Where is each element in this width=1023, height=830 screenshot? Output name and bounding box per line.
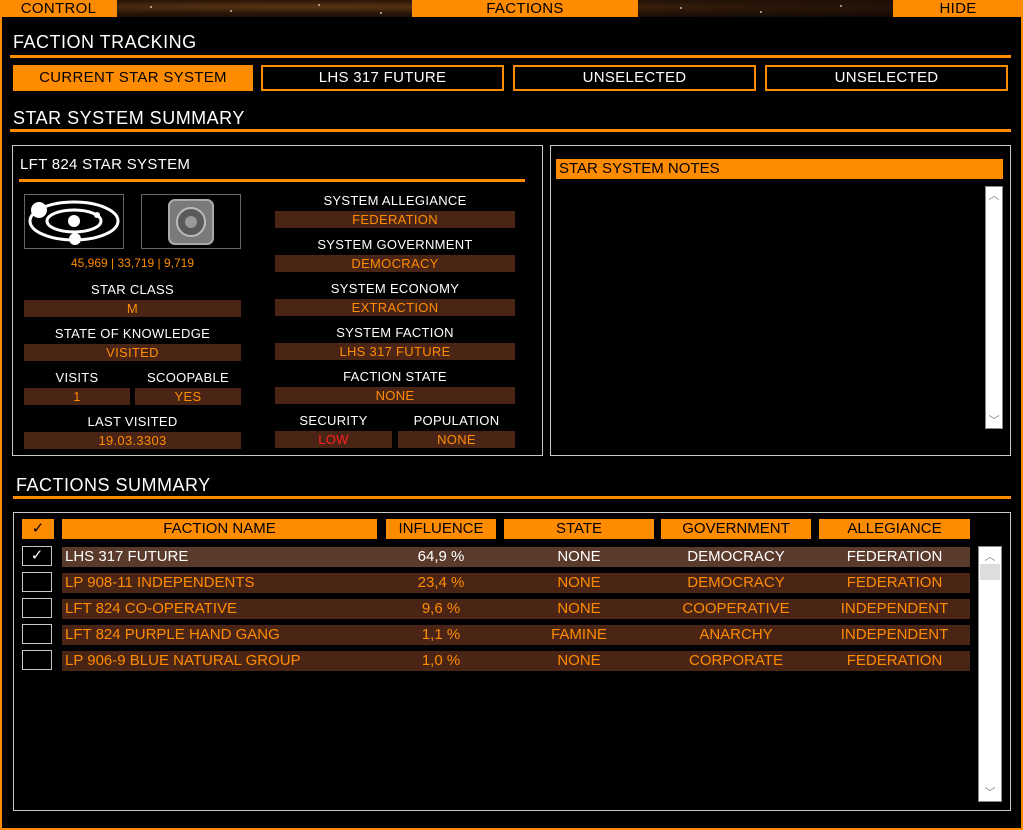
faction-allegiance: INDEPENDENT (840, 600, 949, 617)
notes-scrollbar[interactable]: ︿ ﹀ (985, 186, 1003, 429)
faction-influence: 64,9 % (417, 548, 465, 565)
header-state[interactable]: STATE (504, 519, 654, 539)
knowledge-label: STATE OF KNOWLEDGE (54, 326, 211, 341)
notes-textarea[interactable] (556, 185, 981, 429)
faction-state-value: NONE (275, 387, 515, 404)
star-dot (230, 10, 232, 12)
star-dot (318, 4, 320, 6)
faction-government: DEMOCRACY (687, 548, 785, 565)
government-value: DEMOCRACY (275, 255, 515, 272)
faction-government: DEMOCRACY (687, 574, 785, 591)
faction-influence: 23,4 % (417, 574, 465, 591)
scroll-down-icon[interactable]: ﹀ (979, 784, 1001, 800)
faction-state-label: FACTION STATE (343, 369, 447, 384)
star-dot (680, 7, 682, 9)
track-faction-2-button[interactable]: UNSELECTED (513, 65, 756, 91)
faction-influence: 9,6 % (421, 600, 461, 617)
security-value: LOW (275, 431, 392, 448)
faction-state: FAMINE (551, 626, 607, 643)
table-row[interactable]: LFT 824 PURPLE HAND GANG 1,1 % FAMINE AN… (62, 625, 970, 645)
header-check[interactable]: ✓ (22, 519, 54, 539)
faction-allegiance: FEDERATION (846, 652, 943, 669)
star-system-summary-title: STAR SYSTEM SUMMARY (13, 108, 245, 128)
star-dot (150, 6, 152, 8)
faction-name: LFT 824 PURPLE HAND GANG (65, 626, 280, 643)
header-allegiance[interactable]: ALLEGIANCE (819, 519, 970, 539)
table-row[interactable]: LHS 317 FUTURE 64,9 % NONE DEMOCRACY FED… (62, 547, 970, 567)
faction-checkbox[interactable] (22, 572, 52, 592)
divider (10, 55, 1011, 58)
faction-allegiance: FEDERATION (846, 548, 943, 565)
faction-checkbox[interactable]: ✓ (22, 546, 52, 566)
faction-state: NONE (557, 600, 601, 617)
faction-checkbox[interactable] (22, 598, 52, 618)
divider (19, 179, 525, 182)
economy-value: EXTRACTION (275, 299, 515, 316)
divider (13, 496, 1011, 499)
factions-tab[interactable]: FACTIONS (412, 0, 638, 17)
faction-government: CORPORATE (689, 652, 783, 669)
scroll-thumb[interactable] (980, 564, 1000, 580)
faction-name: LP 906-9 BLUE NATURAL GROUP (65, 652, 301, 669)
faction-tracking-title: FACTION TRACKING (13, 32, 197, 52)
faction-influence: 1,0 % (421, 652, 461, 669)
star-dot (760, 11, 762, 13)
control-tab[interactable]: CONTROL (0, 0, 117, 17)
faction-name: LP 908-11 INDEPENDENTS (65, 574, 255, 591)
faction-emblem-icon (141, 194, 241, 249)
system-map-icon[interactable] (24, 194, 124, 249)
allegiance-value: FEDERATION (275, 211, 515, 228)
scoopable-value: YES (135, 388, 241, 405)
visits-value: 1 (24, 388, 130, 405)
scroll-up-icon[interactable]: ︿ (986, 187, 1002, 203)
faction-state: NONE (557, 574, 601, 591)
visits-label: VISITS (55, 370, 99, 385)
last-visited-value: 19.03.3303 (24, 432, 241, 449)
government-label: SYSTEM GOVERNMENT (317, 237, 473, 252)
notes-title: STAR SYSTEM NOTES (556, 159, 1003, 179)
factions-summary-title: FACTIONS SUMMARY (16, 475, 211, 495)
allegiance-label: SYSTEM ALLEGIANCE (323, 193, 467, 208)
population-label: POPULATION (413, 413, 500, 428)
faction-state: NONE (557, 652, 601, 669)
faction-influence: 1,1 % (421, 626, 461, 643)
faction-government: COOPERATIVE (682, 600, 790, 617)
population-value: NONE (398, 431, 515, 448)
star-class-label: STAR CLASS (91, 282, 174, 297)
factions-scrollbar[interactable]: ︿ ﹀ (978, 546, 1002, 802)
divider (10, 129, 1011, 132)
security-label: SECURITY (299, 413, 368, 428)
faction-allegiance: INDEPENDENT (840, 626, 949, 643)
header-faction-name[interactable]: FACTION NAME (62, 519, 377, 539)
star-dot (380, 12, 382, 14)
faction-name: LHS 317 FUTURE (65, 548, 189, 565)
star-class-value: M (24, 300, 241, 317)
faction-government: ANARCHY (699, 626, 773, 643)
hide-button[interactable]: HIDE (893, 0, 1023, 17)
system-faction-label: SYSTEM FACTION (336, 325, 454, 340)
table-row[interactable]: LP 906-9 BLUE NATURAL GROUP 1,0 % NONE C… (62, 651, 970, 671)
header-government[interactable]: GOVERNMENT (661, 519, 811, 539)
faction-state: NONE (557, 548, 601, 565)
scoopable-label: SCOOPABLE (147, 370, 229, 385)
scroll-up-icon[interactable]: ︿ (979, 548, 1001, 564)
header-influence[interactable]: INFLUENCE (386, 519, 496, 539)
economy-label: SYSTEM ECONOMY (330, 281, 460, 296)
scroll-down-icon[interactable]: ﹀ (986, 412, 1002, 428)
knowledge-value: VISITED (24, 344, 241, 361)
system-coordinates: 45,969 | 33,719 | 9,719 (70, 256, 194, 270)
table-row[interactable]: LP 908-11 INDEPENDENTS 23,4 % NONE DEMOC… (62, 573, 970, 593)
faction-name: LFT 824 CO-OPERATIVE (65, 600, 237, 617)
faction-allegiance: FEDERATION (846, 574, 943, 591)
track-current-system-button[interactable]: CURRENT STAR SYSTEM (13, 65, 253, 91)
track-faction-1-button[interactable]: LHS 317 FUTURE (261, 65, 504, 91)
table-row[interactable]: LFT 824 CO-OPERATIVE 9,6 % NONE COOPERAT… (62, 599, 970, 619)
faction-checkbox[interactable] (22, 650, 52, 670)
system-name: LFT 824 STAR SYSTEM (20, 156, 191, 173)
star-dot (840, 5, 842, 7)
system-faction-value: LHS 317 FUTURE (275, 343, 515, 360)
track-faction-3-button[interactable]: UNSELECTED (765, 65, 1008, 91)
last-visited-label: LAST VISITED (87, 414, 178, 429)
faction-checkbox[interactable] (22, 624, 52, 644)
